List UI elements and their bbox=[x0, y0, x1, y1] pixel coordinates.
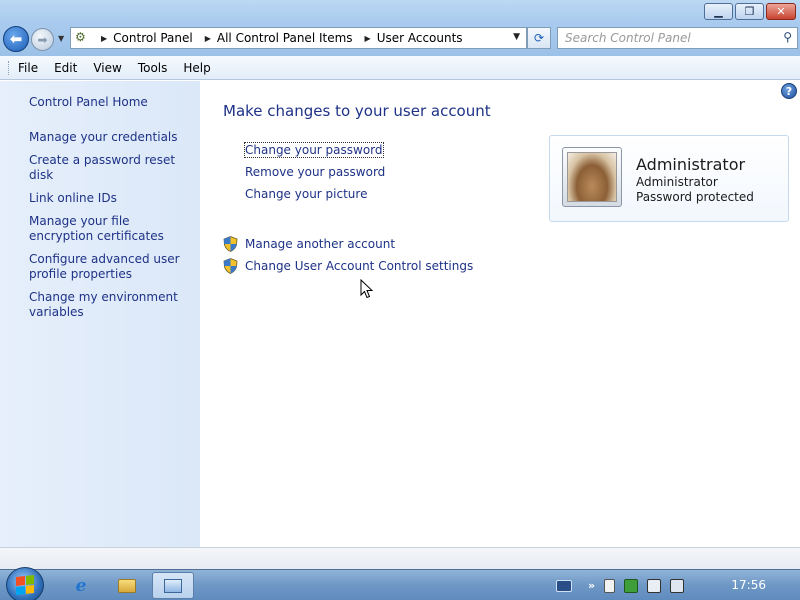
arrow-right-icon: ➡ bbox=[37, 32, 48, 47]
menu-view[interactable]: View bbox=[93, 61, 121, 75]
window-controls: ▁ ❐ ✕ bbox=[704, 3, 796, 20]
taskbar-windows-explorer[interactable] bbox=[106, 572, 148, 599]
remove-password-link[interactable]: Remove your password bbox=[245, 165, 385, 179]
page-title: Make changes to your user account bbox=[223, 102, 491, 120]
address-dropdown-icon[interactable]: ▼ bbox=[513, 32, 520, 42]
breadcrumb-all-items[interactable]: All Control Panel Items bbox=[217, 31, 353, 45]
change-password-link[interactable]: Change your password bbox=[244, 142, 384, 158]
uac-shield-icon bbox=[223, 236, 238, 252]
minimize-button[interactable]: ▁ bbox=[704, 3, 733, 20]
action-center-icon[interactable] bbox=[624, 578, 639, 593]
show-hidden-icons-button[interactable]: » bbox=[588, 579, 595, 592]
back-button[interactable]: ⬅ bbox=[3, 26, 29, 52]
file-encryption-link[interactable]: Manage your file encryption certificates bbox=[29, 214, 194, 244]
main-content: ? Make changes to your user account Chan… bbox=[200, 81, 800, 547]
taskbar-control-panel[interactable] bbox=[152, 572, 194, 599]
close-button[interactable]: ✕ bbox=[766, 3, 796, 20]
forward-button[interactable]: ➡ bbox=[31, 28, 54, 51]
menu-edit[interactable]: Edit bbox=[54, 61, 77, 75]
uac-settings-task[interactable]: Change User Account Control settings bbox=[223, 258, 473, 274]
control-panel-icon: ⚙ bbox=[75, 30, 86, 44]
account-name: Administrator bbox=[636, 155, 746, 174]
password-reset-disk-link[interactable]: Create a password reset disk bbox=[29, 153, 194, 183]
breadcrumb-user-accounts[interactable]: User Accounts bbox=[377, 31, 463, 45]
task-pane: Control Panel Home Manage your credentia… bbox=[0, 81, 200, 547]
folder-icon bbox=[118, 578, 136, 593]
uac-settings-link[interactable]: Change User Account Control settings bbox=[245, 259, 473, 273]
account-type: Administrator bbox=[636, 175, 718, 189]
address-bar[interactable]: ⚙ ▶ Control Panel ▶ All Control Panel It… bbox=[70, 27, 527, 49]
change-picture-link[interactable]: Change your picture bbox=[245, 187, 367, 201]
internet-explorer-icon: e bbox=[75, 575, 87, 596]
search-box[interactable]: ⚲ bbox=[557, 27, 798, 49]
control-panel-home-link[interactable]: Control Panel Home bbox=[29, 95, 194, 110]
window-chrome: ▁ ❐ ✕ ⬅ ➡ ▼ ⚙ ▶ Control Panel ▶ All Cont… bbox=[0, 0, 800, 56]
breadcrumb-separator-icon[interactable]: ▶ bbox=[205, 34, 211, 43]
volume-muted-icon[interactable] bbox=[670, 578, 685, 593]
breadcrumb-separator-icon[interactable]: ▶ bbox=[101, 34, 107, 43]
search-icon[interactable]: ⚲ bbox=[783, 30, 792, 44]
windows-logo-icon bbox=[16, 575, 34, 595]
menu-file[interactable]: File bbox=[18, 61, 38, 75]
environment-variables-link[interactable]: Change my environment variables bbox=[29, 290, 194, 320]
search-input[interactable] bbox=[565, 31, 775, 45]
account-card: Administrator Administrator Password pro… bbox=[549, 135, 789, 222]
breadcrumb-separator-icon[interactable]: ▶ bbox=[365, 34, 371, 43]
desktop-icon[interactable] bbox=[556, 579, 572, 592]
advanced-profile-link[interactable]: Configure advanced user profile properti… bbox=[29, 252, 194, 282]
breadcrumb-control-panel[interactable]: Control Panel bbox=[113, 31, 193, 45]
control-panel-icon bbox=[164, 578, 182, 593]
start-button[interactable] bbox=[6, 567, 44, 600]
kitten-picture-icon bbox=[567, 152, 617, 202]
refresh-icon: ⟳ bbox=[533, 31, 545, 45]
menu-help[interactable]: Help bbox=[183, 61, 210, 75]
help-icon[interactable]: ? bbox=[781, 83, 797, 99]
link-online-ids-link[interactable]: Link online IDs bbox=[29, 191, 194, 206]
manage-another-account-link[interactable]: Manage another account bbox=[245, 237, 395, 251]
refresh-button[interactable]: ⟳ bbox=[527, 27, 551, 49]
manage-another-account-task[interactable]: Manage another account bbox=[223, 236, 395, 252]
network-icon[interactable] bbox=[647, 578, 662, 593]
clock[interactable]: 17:56 bbox=[731, 578, 766, 592]
arrow-left-icon: ⬅ bbox=[9, 30, 23, 48]
taskbar: e » 17:56 bbox=[0, 567, 800, 600]
menu-tools[interactable]: Tools bbox=[138, 61, 168, 75]
uac-shield-icon bbox=[223, 258, 238, 274]
maximize-button[interactable]: ❐ bbox=[735, 3, 764, 20]
taskbar-internet-explorer[interactable]: e bbox=[60, 572, 102, 599]
manage-credentials-link[interactable]: Manage your credentials bbox=[29, 130, 194, 145]
avatar[interactable] bbox=[562, 147, 622, 207]
menu-grip bbox=[8, 60, 11, 75]
document-icon[interactable] bbox=[604, 578, 616, 593]
mouse-cursor-icon bbox=[360, 278, 374, 302]
menu-bar: File Edit View Tools Help bbox=[0, 56, 800, 80]
recent-pages-dropdown[interactable]: ▼ bbox=[58, 34, 64, 43]
account-status: Password protected bbox=[636, 190, 754, 204]
status-bar bbox=[0, 547, 800, 569]
